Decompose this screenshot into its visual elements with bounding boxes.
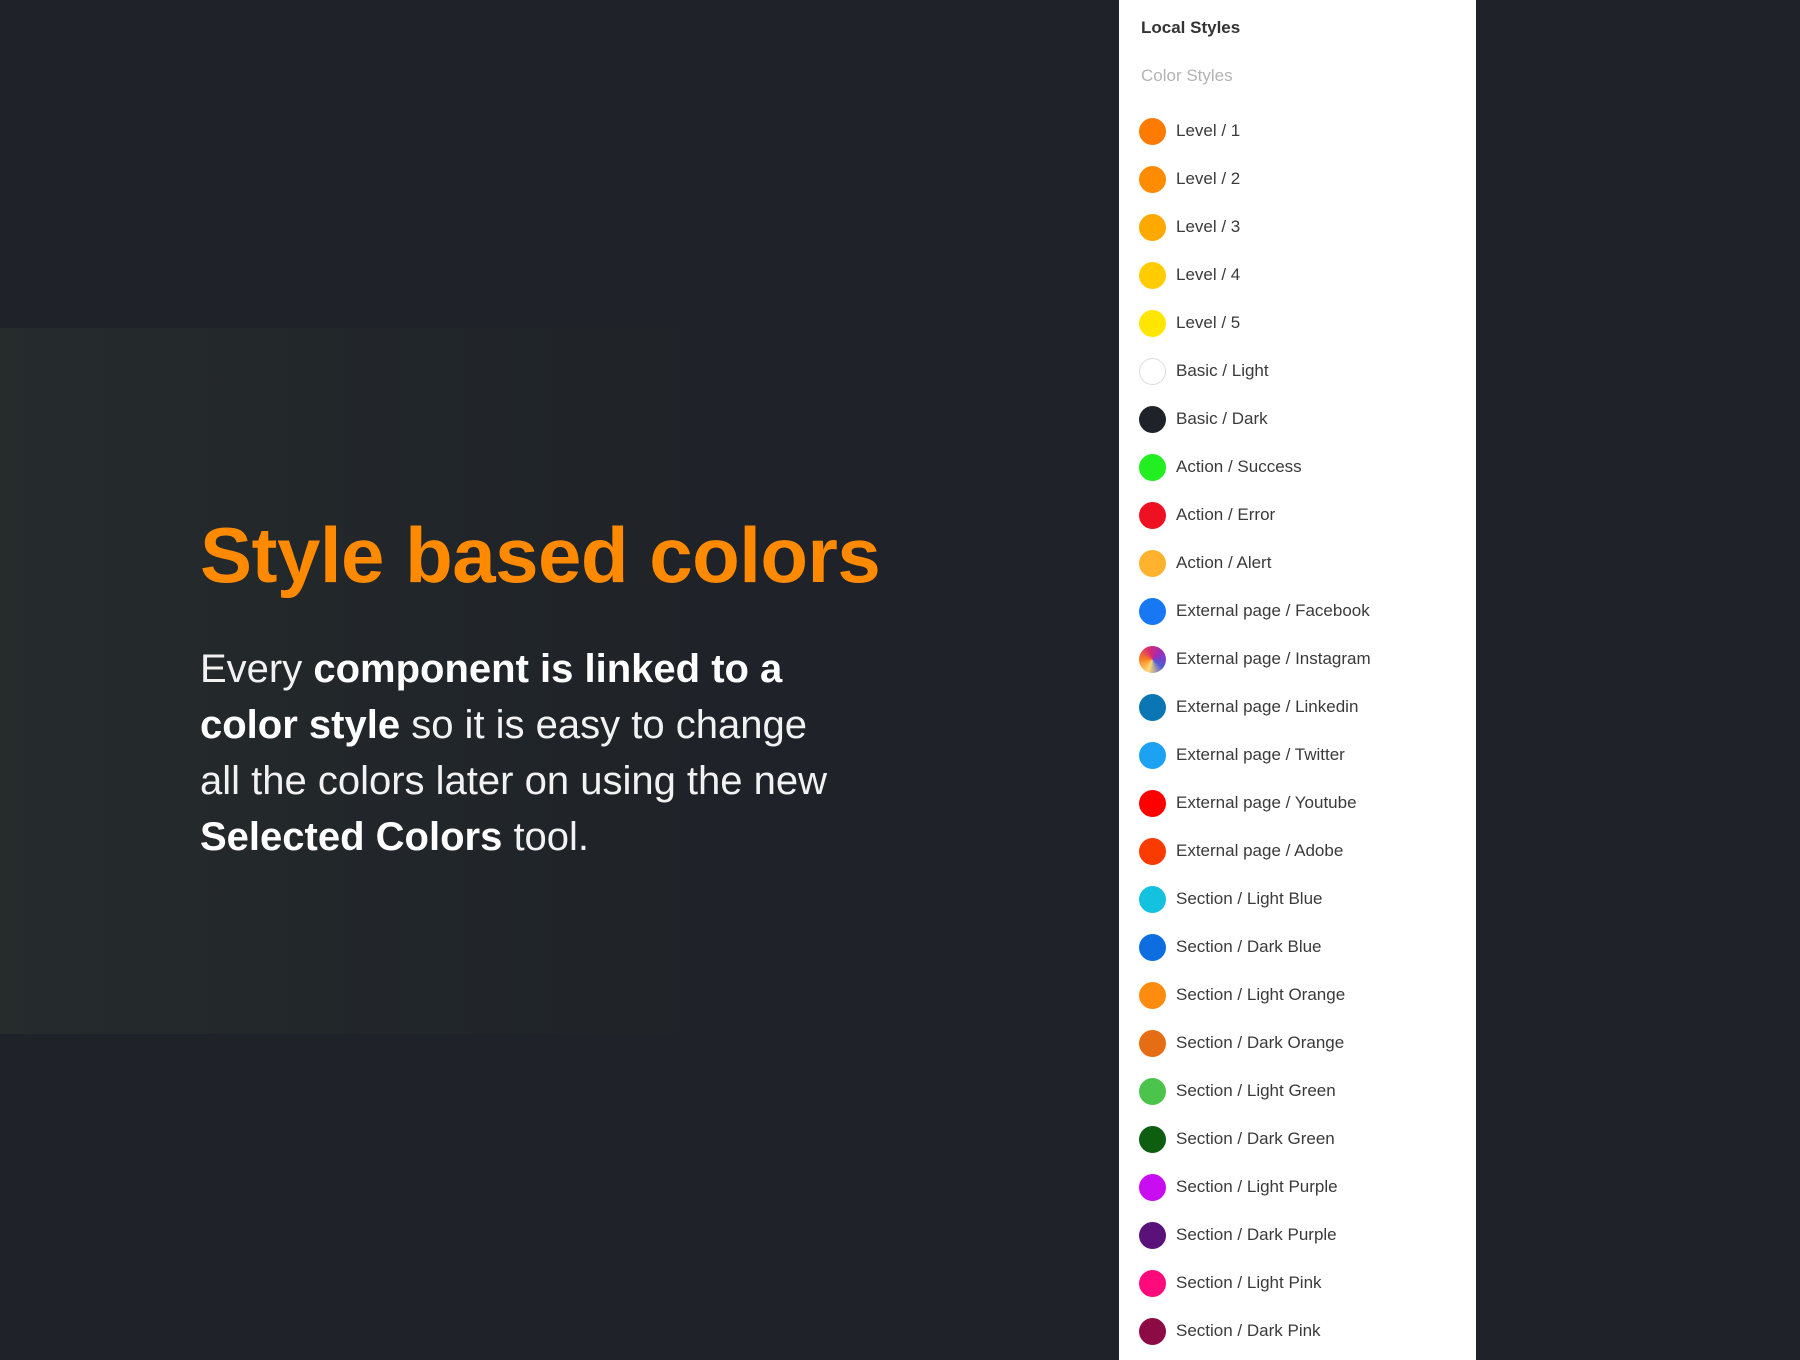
color-style-item[interactable]: Level / 4 — [1139, 251, 1469, 299]
hero-title: Style based colors — [200, 511, 881, 599]
color-style-label: Section / Light Pink — [1176, 1273, 1322, 1292]
hero-description: Every component is linked to a color sty… — [200, 641, 840, 865]
color-style-item[interactable]: Action / Alert — [1139, 539, 1469, 587]
color-style-label: External page / Instagram — [1176, 649, 1371, 668]
color-swatch-icon — [1139, 981, 1166, 1009]
color-swatch-icon — [1139, 357, 1166, 385]
color-swatch-icon — [1139, 693, 1166, 721]
color-swatch-icon — [1139, 1221, 1166, 1249]
color-style-label: External page / Youtube — [1176, 793, 1357, 812]
local-styles-panel: Local Styles Color Styles Level / 1 Level… — [1119, 0, 1476, 1360]
hero-text-emphasis: Selected Colors — [200, 815, 503, 859]
color-style-item[interactable]: Section / Dark Purple — [1139, 1211, 1469, 1259]
color-style-label: Level / 2 — [1176, 169, 1241, 188]
color-swatch-icon — [1139, 1269, 1166, 1297]
color-swatch-icon — [1139, 405, 1166, 433]
color-style-item[interactable]: Basic / Light — [1139, 347, 1469, 395]
color-swatch-icon — [1139, 549, 1166, 577]
color-swatch-icon — [1139, 645, 1166, 673]
color-swatch-icon — [1139, 1077, 1166, 1105]
color-style-item[interactable]: Action / Success — [1139, 443, 1469, 491]
color-style-label: Section / Light Orange — [1176, 985, 1346, 1004]
color-style-label: External page / Linkedin — [1176, 697, 1359, 716]
color-swatch-icon — [1139, 789, 1166, 817]
color-swatch-icon — [1139, 1173, 1166, 1201]
color-style-label: Level / 5 — [1176, 313, 1241, 332]
color-style-label: Section / Dark Orange — [1176, 1033, 1345, 1052]
color-style-item[interactable]: Level / 3 — [1139, 203, 1469, 251]
color-swatch-icon — [1139, 117, 1166, 145]
color-style-label: Section / Dark Purple — [1176, 1225, 1337, 1244]
color-style-label: Section / Light Blue — [1176, 889, 1323, 908]
color-swatch-icon — [1139, 885, 1166, 913]
color-style-label: External page / Twitter — [1176, 745, 1345, 764]
color-swatch-icon — [1139, 165, 1166, 193]
color-style-item[interactable]: Section / Light Pink — [1139, 1259, 1469, 1307]
color-style-label: Action / Error — [1176, 505, 1276, 524]
color-style-item[interactable]: Section / Light Purple — [1139, 1163, 1469, 1211]
color-style-item[interactable]: Level / 5 — [1139, 299, 1469, 347]
color-styles-heading: Color Styles — [1141, 66, 1233, 85]
hero-section: Style based colors Every component is li… — [200, 505, 881, 865]
color-style-item[interactable]: Section / Light Green — [1139, 1067, 1469, 1115]
color-swatch-icon — [1139, 1029, 1166, 1057]
color-style-item[interactable]: Basic / Dark — [1139, 395, 1469, 443]
color-style-item[interactable]: External page / Linkedin — [1139, 683, 1469, 731]
color-swatch-icon — [1139, 213, 1166, 241]
color-style-label: Level / 3 — [1176, 217, 1241, 236]
color-style-item[interactable]: Section / Dark Orange — [1139, 1019, 1469, 1067]
color-style-label: Section / Dark Green — [1176, 1129, 1335, 1148]
color-style-label: Section / Light Purple — [1176, 1177, 1338, 1196]
hero-text-segment: tool. — [502, 815, 590, 859]
color-style-item[interactable]: Action / Error — [1139, 491, 1469, 539]
color-swatch-icon — [1139, 933, 1166, 961]
color-style-label: Section / Dark Pink — [1176, 1321, 1321, 1340]
color-style-item[interactable]: External page / Youtube — [1139, 779, 1469, 827]
color-swatch-icon — [1139, 597, 1166, 625]
color-style-item[interactable]: Section / Light Orange — [1139, 971, 1469, 1019]
color-swatch-icon — [1139, 309, 1166, 337]
color-style-item[interactable]: Section / Dark Green — [1139, 1115, 1469, 1163]
color-swatch-icon — [1139, 837, 1166, 865]
color-style-label: Action / Success — [1176, 457, 1302, 476]
color-style-item[interactable]: External page / Instagram — [1139, 635, 1469, 683]
color-swatch-icon — [1139, 501, 1166, 529]
color-style-item[interactable]: External page / Facebook — [1139, 587, 1469, 635]
color-swatch-icon — [1139, 1317, 1166, 1345]
color-style-label: Section / Light Green — [1176, 1081, 1336, 1100]
color-swatch-icon — [1139, 453, 1166, 481]
color-style-item[interactable]: Level / 2 — [1139, 155, 1469, 203]
canvas: Style based colors Every component is li… — [0, 0, 1800, 1360]
color-style-list: Level / 1 Level / 2 Level / 3 Level / 4 Leve… — [1139, 107, 1469, 1355]
color-style-label: Level / 1 — [1176, 121, 1241, 140]
color-style-item[interactable]: Section / Dark Blue — [1139, 923, 1469, 971]
color-style-label: External page / Facebook — [1176, 601, 1370, 620]
color-style-item[interactable]: Section / Dark Pink — [1139, 1307, 1469, 1355]
hero-text-segment: Every — [200, 647, 314, 691]
color-style-label: Basic / Dark — [1176, 409, 1268, 428]
color-swatch-icon — [1139, 261, 1166, 289]
color-style-label: Section / Dark Blue — [1176, 937, 1322, 956]
color-style-label: Basic / Light — [1176, 361, 1269, 380]
color-style-label: External page / Adobe — [1176, 841, 1344, 860]
panel-title: Local Styles — [1141, 18, 1241, 37]
color-style-label: Level / 4 — [1176, 265, 1241, 284]
color-swatch-icon — [1139, 741, 1166, 769]
color-style-label: Action / Alert — [1176, 553, 1272, 572]
color-swatch-icon — [1139, 1125, 1166, 1153]
color-style-item[interactable]: Level / 1 — [1139, 107, 1469, 155]
color-style-item[interactable]: Section / Light Blue — [1139, 875, 1469, 923]
color-style-item[interactable]: External page / Adobe — [1139, 827, 1469, 875]
color-style-item[interactable]: External page / Twitter — [1139, 731, 1469, 779]
